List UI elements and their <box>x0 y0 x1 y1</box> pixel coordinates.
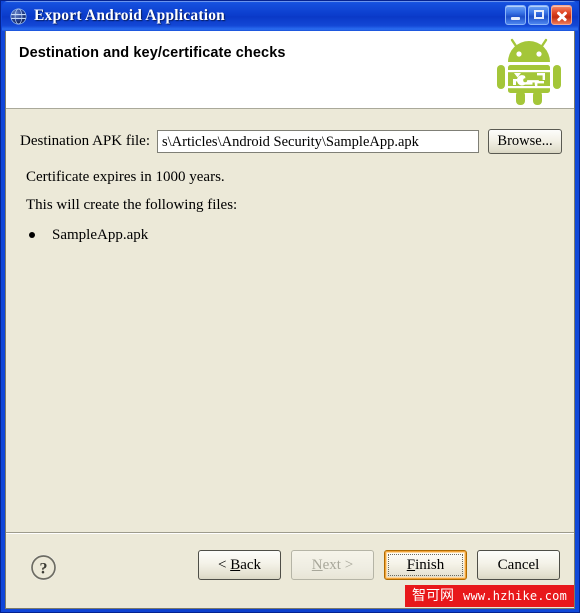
browse-button[interactable]: Browse... <box>488 129 562 154</box>
finish-button[interactable]: Finish <box>384 550 467 580</box>
dialog-window: Export Android Application Destination a… <box>0 0 580 613</box>
title-bar[interactable]: Export Android Application <box>2 1 578 31</box>
output-files-list: SampleApp.apk <box>28 225 148 245</box>
globe-icon <box>10 8 27 25</box>
list-item: SampleApp.apk <box>28 225 148 245</box>
back-button[interactable]: < Back <box>198 550 281 580</box>
watermark: 智可网 www.hzhike.com <box>405 585 574 607</box>
destination-label: Destination APK file: <box>20 133 150 149</box>
dialog-footer: ? < Back Next > Finish Cancel 智可网 www.hz… <box>6 532 574 607</box>
watermark-cn-text: 智可网 <box>412 588 455 604</box>
window-title: Export Android Application <box>34 7 225 24</box>
page-title: Destination and key/certificate checks <box>19 45 286 61</box>
cancel-button[interactable]: Cancel <box>477 550 560 580</box>
watermark-url-text: www.hzhike.com <box>463 589 567 603</box>
wizard-header: Destination and key/certificate checks <box>6 31 574 109</box>
footer-separator <box>6 532 574 534</box>
maximize-button[interactable] <box>528 5 549 25</box>
window-controls <box>505 5 572 25</box>
close-button[interactable] <box>551 5 572 25</box>
question-mark-icon[interactable]: ? <box>30 554 57 581</box>
next-button: Next > <box>291 550 374 580</box>
wizard-button-row: < Back Next > Finish Cancel <box>198 550 560 580</box>
destination-apk-input[interactable]: s\Articles\Android Security\SampleApp.ap… <box>157 130 479 153</box>
destination-row: Destination APK file: s\Articles\Android… <box>20 129 562 154</box>
certificate-expiry-text: Certificate expires in 1000 years. <box>26 169 225 185</box>
svg-text:?: ? <box>40 560 48 577</box>
cancel-button-label: Cancel <box>497 556 540 573</box>
minimize-button[interactable] <box>505 5 526 25</box>
dialog-client-area: Destination and key/certificate checks D… <box>5 31 575 609</box>
files-intro-text: This will create the following files: <box>26 197 238 213</box>
wizard-body: Destination APK file: s\Articles\Android… <box>6 109 574 532</box>
android-robot-key-icon <box>492 31 566 107</box>
